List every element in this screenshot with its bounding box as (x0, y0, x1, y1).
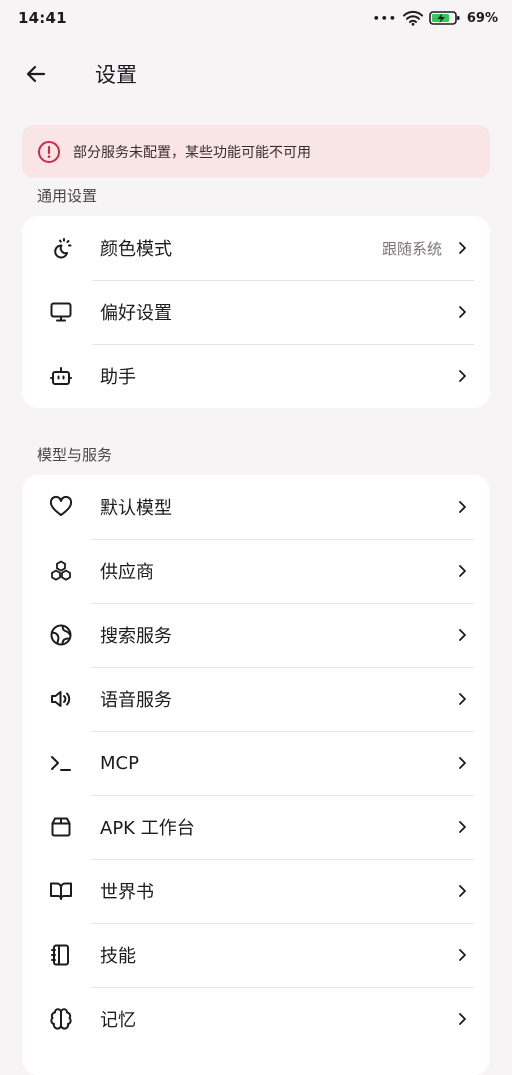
chevron-right-icon (454, 563, 470, 579)
settings-item-providers[interactable]: 供应商 (22, 539, 490, 603)
page-title: 设置 (95, 63, 137, 87)
settings-item-label: 世界书 (100, 882, 154, 903)
speaker-icon (47, 685, 75, 713)
status-bar: 14:41 ••• 69% (0, 0, 512, 36)
models-services-card: 默认模型 供应商 搜索服务 语音服务 MCP APK 工作台 世界书 技能 记忆 (22, 475, 490, 1075)
notebook-icon (47, 941, 75, 969)
chevron-right-icon (454, 947, 470, 963)
settings-item-memory[interactable]: 记忆 (22, 987, 490, 1051)
settings-item-value: 跟随系统 (381, 239, 442, 258)
chevron-right-icon (454, 368, 470, 384)
settings-item-default-model[interactable]: 默认模型 (22, 475, 490, 539)
general-settings-card: 颜色模式 跟随系统 偏好设置 助手 (22, 216, 490, 408)
settings-item-label: 语音服务 (100, 690, 172, 711)
more-dots: ••• (372, 11, 397, 25)
globe-icon (47, 621, 75, 649)
settings-item-label: 偏好设置 (100, 303, 172, 324)
battery-percent: 69% (466, 10, 498, 26)
settings-item-world-book[interactable]: 世界书 (22, 859, 490, 923)
settings-item-label: 技能 (100, 946, 136, 967)
status-time: 14:41 (18, 9, 67, 27)
settings-item-label: 记忆 (100, 1010, 136, 1031)
settings-item-label: 搜索服务 (100, 626, 172, 647)
settings-item-voice-service[interactable]: 语音服务 (22, 667, 490, 731)
warning-banner: 部分服务未配置，某些功能可能不可用 (22, 125, 490, 178)
bot-icon (47, 362, 75, 390)
chevron-right-icon (454, 240, 470, 256)
settings-item-color-mode[interactable]: 颜色模式 跟随系统 (22, 216, 490, 280)
book-icon (47, 877, 75, 905)
theme-icon (47, 234, 75, 262)
warning-text: 部分服务未配置，某些功能可能不可用 (73, 144, 311, 161)
chevron-right-icon (454, 691, 470, 707)
settings-item-label: MCP (100, 752, 139, 774)
battery-icon (429, 11, 460, 25)
settings-item-apk-workbench[interactable]: APK 工作台 (22, 795, 490, 859)
chevron-right-icon (454, 819, 470, 835)
settings-item-assistant[interactable]: 助手 (22, 344, 490, 408)
arrow-left-icon (26, 65, 46, 83)
settings-item-skills[interactable]: 技能 (22, 923, 490, 987)
chevron-right-icon (454, 627, 470, 643)
chevron-right-icon (454, 1011, 470, 1027)
chevron-right-icon (454, 755, 470, 771)
heart-icon (47, 493, 75, 521)
package-icon (47, 813, 75, 841)
settings-item-search-service[interactable]: 搜索服务 (22, 603, 490, 667)
back-button[interactable] (14, 52, 58, 96)
settings-item-label: 默认模型 (100, 498, 172, 519)
system-icons: ••• 69% (373, 10, 498, 26)
boxes-icon (47, 557, 75, 585)
settings-item-mcp[interactable]: MCP (22, 731, 490, 795)
section-label-general: 通用设置 (37, 187, 98, 205)
settings-item-label: 颜色模式 (100, 239, 172, 260)
terminal-icon (47, 749, 75, 777)
monitor-icon (47, 298, 75, 326)
alert-circle-icon (38, 140, 60, 163)
chevron-right-icon (454, 499, 470, 515)
settings-item-label: 助手 (100, 367, 136, 388)
chevron-right-icon (454, 883, 470, 899)
settings-item-preferences[interactable]: 偏好设置 (22, 280, 490, 344)
wifi-icon (402, 10, 423, 26)
section-label-models: 模型与服务 (37, 446, 113, 464)
top-app-bar: 设置 (0, 46, 512, 102)
settings-item-label: APK 工作台 (100, 818, 195, 839)
brain-icon (47, 1005, 75, 1033)
chevron-right-icon (454, 304, 470, 320)
settings-item-label: 供应商 (100, 562, 154, 583)
